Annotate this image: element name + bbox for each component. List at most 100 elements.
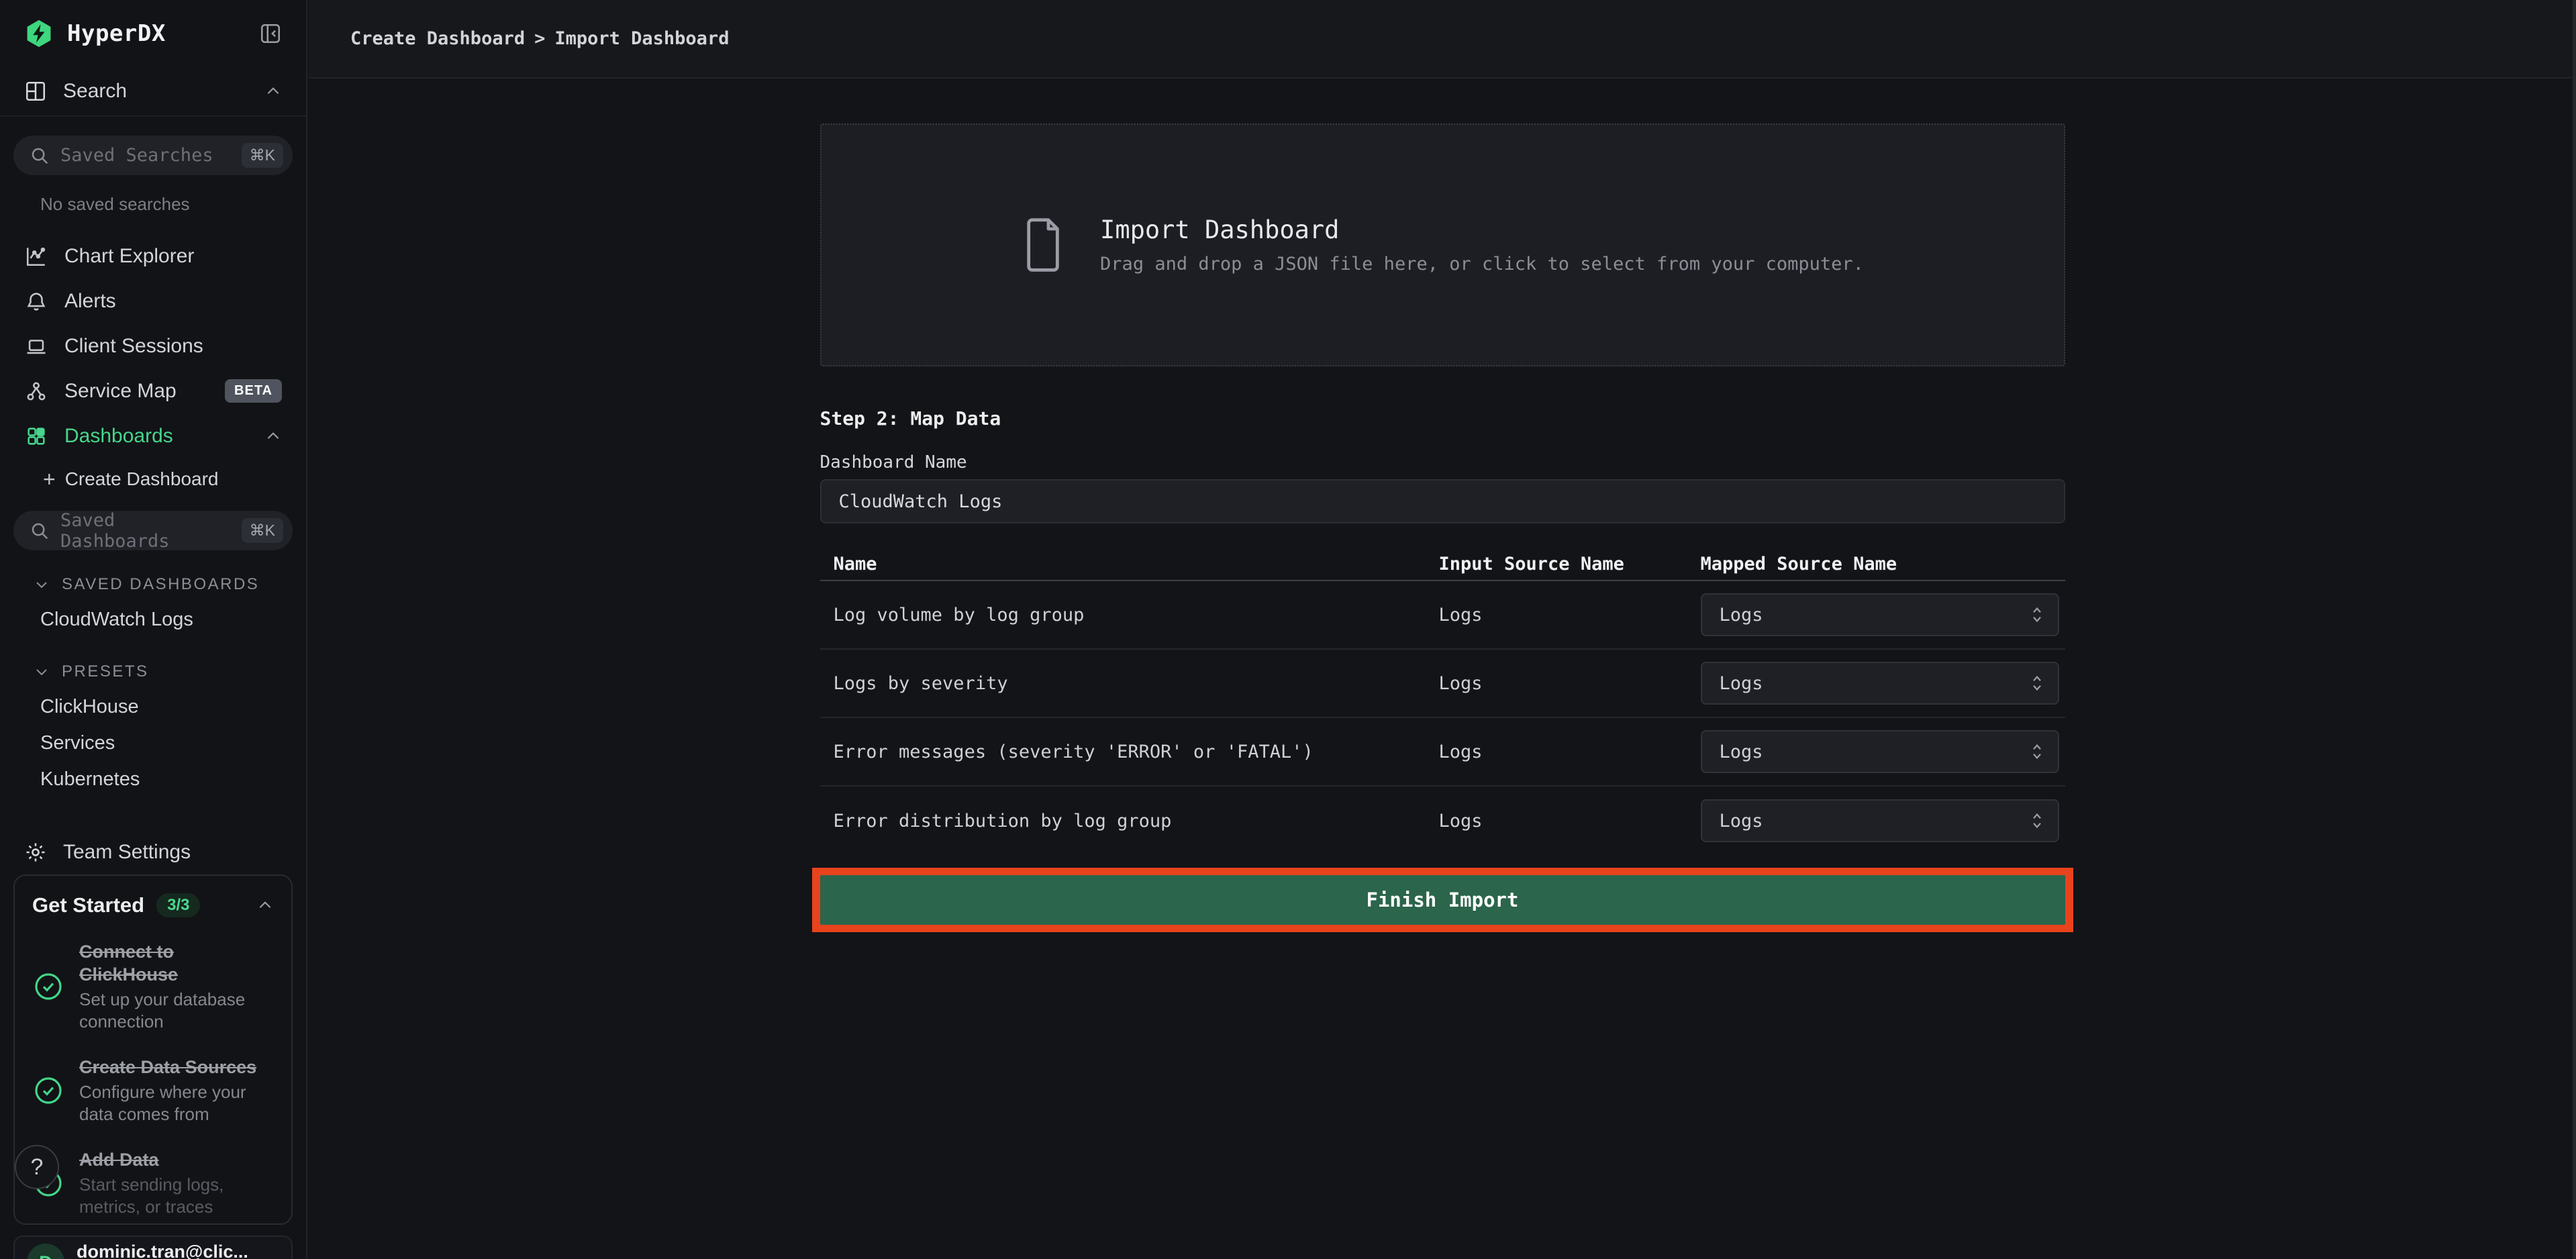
input-source-name: Logs <box>1439 673 1701 694</box>
saved-dashboards-input[interactable]: Saved Dashboards ⌘K <box>13 511 293 550</box>
chevron-up-icon <box>256 897 274 914</box>
chevron-right-icon: › <box>272 1250 279 1259</box>
sidebar-item-chart-explorer[interactable]: Chart Explorer <box>0 234 306 279</box>
team-settings-label: Team Settings <box>63 841 191 864</box>
logo-row: HyperDX <box>0 0 306 67</box>
sidebar: HyperDX Search Saved Searches ⌘K No save… <box>0 0 307 1259</box>
select-updown-icon <box>2030 673 2044 693</box>
sidebar-item-alerts[interactable]: Alerts <box>0 279 306 323</box>
section-saved-dashboards[interactable]: SAVED DASHBOARDS <box>0 568 306 601</box>
task-desc: Start sending logs, metrics, or traces <box>79 1174 274 1218</box>
select-updown-icon <box>2030 742 2044 762</box>
saved-searches-input[interactable]: Saved Searches ⌘K <box>13 136 293 175</box>
mapped-source-select[interactable]: Logs <box>1701 593 2059 636</box>
gear-icon <box>24 841 47 864</box>
input-source-name: Logs <box>1439 605 1701 625</box>
beta-badge: BETA <box>225 379 282 403</box>
shortcut-badge: ⌘K <box>242 518 283 543</box>
sidebar-item-team-settings[interactable]: Team Settings <box>0 829 306 874</box>
import-dropzone[interactable]: Import Dashboard Drag and drop a JSON fi… <box>820 123 2065 366</box>
step-label: Step 2: Map Data <box>820 407 2065 430</box>
input-source-name: Logs <box>1439 742 1701 762</box>
main-content: Import Dashboard Drag and drop a JSON fi… <box>309 79 2576 1259</box>
search-section-icon <box>24 80 47 103</box>
check-circle-icon <box>32 970 64 1003</box>
breadcrumb-create-dashboard[interactable]: Create Dashboard <box>350 28 525 49</box>
service-map-icon <box>24 380 48 403</box>
task-title: Add Data <box>79 1148 260 1171</box>
sidebar-item-label: Dashboards <box>64 425 173 448</box>
preset-services[interactable]: Services <box>0 725 306 761</box>
table-row: Error distribution by log group Logs Log… <box>820 787 2065 855</box>
sidebar-item-client-sessions[interactable]: Client Sessions <box>0 323 306 368</box>
table-row: Log volume by log group Logs Logs <box>820 581 2065 650</box>
chart-name: Error distribution by log group <box>820 811 1439 832</box>
table-row: Error messages (severity 'ERROR' or 'FAT… <box>820 718 2065 787</box>
avatar: D <box>27 1244 64 1259</box>
dashboards-grid-icon <box>24 425 48 448</box>
plus-icon: + <box>43 467 56 492</box>
task-connect-clickhouse[interactable]: Connect to ClickHouse Set up your databa… <box>32 940 274 1033</box>
mapped-source-select[interactable]: Logs <box>1701 730 2059 773</box>
search-icon <box>30 521 50 541</box>
sidebar-item-dashboards[interactable]: Dashboards <box>0 413 306 458</box>
preset-kubernetes[interactable]: Kubernetes <box>0 761 306 797</box>
chart-name: Error messages (severity 'ERROR' or 'FAT… <box>820 742 1439 762</box>
task-title: Connect to ClickHouse <box>79 940 260 986</box>
saved-dashboard-cloudwatch-logs[interactable]: CloudWatch Logs <box>0 601 306 638</box>
sidebar-nav: Chart Explorer Alerts Client Sessions <box>0 234 306 500</box>
selected-value: Logs <box>1720 742 1763 762</box>
create-dashboard-button[interactable]: + Create Dashboard <box>0 458 306 500</box>
help-button[interactable]: ? <box>15 1145 59 1189</box>
section-presets[interactable]: PRESETS <box>0 655 306 689</box>
section-label: PRESETS <box>62 662 149 681</box>
task-desc: Set up your database connection <box>79 989 274 1033</box>
breadcrumb-import-dashboard: Import Dashboard <box>554 28 729 49</box>
collapse-sidebar-icon[interactable] <box>259 22 282 45</box>
sidebar-item-search[interactable]: Search <box>0 67 306 117</box>
task-add-data[interactable]: Add Data Start sending logs, metrics, or… <box>32 1148 274 1218</box>
topbar: Create Dashboard > Import Dashboard <box>309 0 2576 79</box>
dropzone-title: Import Dashboard <box>1100 215 1864 244</box>
sidebar-item-label: Alerts <box>64 290 116 313</box>
sidebar-item-service-map[interactable]: Service Map BETA <box>0 368 306 413</box>
selected-value: Logs <box>1720 605 1763 625</box>
file-icon <box>1021 218 1065 272</box>
laptop-icon <box>24 335 48 358</box>
create-dashboard-label: Create Dashboard <box>65 468 219 490</box>
search-icon <box>30 146 50 166</box>
column-header-name: Name <box>820 554 1439 574</box>
finish-import-button[interactable]: Finish Import <box>820 875 2065 925</box>
hyperdx-logo-icon <box>24 19 54 48</box>
mapped-source-select[interactable]: Logs <box>1701 799 2059 842</box>
preset-clickhouse[interactable]: ClickHouse <box>0 689 306 725</box>
get-started-header[interactable]: Get Started 3/3 <box>32 893 274 917</box>
dashboard-name-label: Dashboard Name <box>820 452 2065 472</box>
table-row: Logs by severity Logs Logs <box>820 650 2065 718</box>
check-circle-icon <box>32 1074 64 1107</box>
chevron-down-icon <box>34 576 51 593</box>
column-header-mapped-source: Mapped Source Name <box>1701 554 2065 574</box>
section-label: SAVED DASHBOARDS <box>62 575 259 594</box>
mapping-table: Name Input Source Name Mapped Source Nam… <box>820 548 2065 855</box>
mapped-source-select[interactable]: Logs <box>1701 662 2059 705</box>
dashboard-name-input[interactable]: CloudWatch Logs <box>820 479 2065 523</box>
chart-name: Log volume by log group <box>820 605 1439 625</box>
task-create-data-sources[interactable]: Create Data Sources Configure where your… <box>32 1056 274 1125</box>
dashboard-name-value: CloudWatch Logs <box>839 491 1003 512</box>
table-header-row: Name Input Source Name Mapped Source Nam… <box>820 548 2065 581</box>
select-updown-icon <box>2030 811 2044 831</box>
task-desc: Configure where your data comes from <box>79 1081 274 1125</box>
get-started-progress-badge: 3/3 <box>156 893 200 917</box>
bell-icon <box>24 290 48 313</box>
column-header-input-source: Input Source Name <box>1439 554 1701 574</box>
chevron-down-icon <box>34 664 51 680</box>
selected-value: Logs <box>1720 673 1763 694</box>
saved-searches-placeholder: Saved Searches <box>60 145 213 166</box>
scrollbar-track[interactable] <box>2573 0 2576 1259</box>
no-saved-searches-note: No saved searches <box>40 194 306 215</box>
chart-explorer-icon <box>24 245 48 268</box>
breadcrumb-separator: > <box>534 28 545 49</box>
user-menu[interactable]: D dominic.tran@clic... dominic.tran@clic… <box>13 1236 293 1259</box>
get-started-title: Get Started <box>32 893 144 917</box>
